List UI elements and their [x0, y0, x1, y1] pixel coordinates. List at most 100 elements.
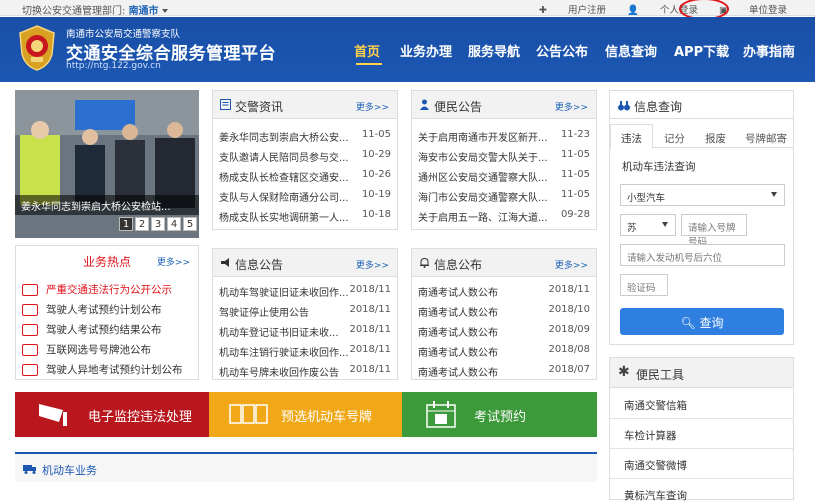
hot-item[interactable]: 驾驶人异地考试预约计划公布 — [22, 362, 183, 377]
info-publish-panel: 信息公布 更多>> 南通考试人数公布 2018/11 南通考试人数公布 2018/1… — [411, 248, 597, 380]
chevron-down-icon — [771, 192, 777, 197]
query-tabs: 违法 记分 报废 号牌邮寄 — [610, 124, 793, 149]
site-header: 南通市公安局交通警察支队 交通安全综合服务管理平台 http://ntg.122… — [0, 17, 815, 82]
divider — [610, 448, 793, 449]
list-item[interactable]: 南通考试人数公布 2018/07 — [418, 364, 590, 384]
unit-login-link[interactable]: ▣ 单位登录 — [719, 5, 787, 16]
nav-announcements[interactable]: 公告公布 — [536, 41, 588, 60]
slider-page-3[interactable]: 3 — [151, 217, 165, 231]
news-slider[interactable]: 姜永华同志到崇启大桥公安检站... 1 2 3 4 5 — [15, 90, 199, 238]
banner-label: 电子监控违法处理 — [88, 410, 193, 425]
department-switcher[interactable]: 切换公安交通管理部门: 南通市 — [22, 2, 168, 17]
list-item[interactable]: 南通考试人数公布 2018/11 — [418, 284, 590, 304]
site-subtitle: 南通市公安局交通警察支队 — [66, 29, 181, 40]
violation-handling-banner[interactable]: 电子监控违法处理 — [15, 392, 209, 437]
list-item[interactable]: 关于启用五一路、江海大道... 09-28 — [418, 209, 590, 229]
slider-page-4[interactable]: 4 — [167, 217, 181, 231]
chevron-down-icon — [662, 222, 668, 227]
more-link[interactable]: 更多>> — [356, 100, 389, 113]
panel-title: 交警资讯 — [235, 100, 284, 114]
list-item[interactable]: 海门市公安局交通警察大队... 11-05 — [418, 189, 590, 209]
tool-link[interactable]: 南通交警微博 — [624, 458, 687, 473]
list-item[interactable]: 驾驶证停止使用公告 2018/11 — [219, 304, 391, 324]
list-item[interactable]: 杨成支队长实地调研第一人... 10-18 — [219, 209, 391, 229]
city-name[interactable]: 南通市 — [129, 6, 159, 17]
list-item[interactable]: 支队与人保财险南通分公司... 10-19 — [219, 189, 391, 209]
police-emblem-icon — [19, 25, 55, 71]
plate-icon — [22, 344, 38, 356]
list-item[interactable]: 机动车注销行驶证未收回作... 2018/11 — [219, 344, 391, 364]
list-item[interactable]: 南通考试人数公布 2018/09 — [418, 324, 590, 344]
slider-caption[interactable]: 姜永华同志到崇启大桥公安检站... — [15, 195, 199, 215]
plate-number-input[interactable]: 请输入号牌号码 — [681, 214, 747, 248]
megaphone-icon — [221, 258, 229, 267]
list-item[interactable]: 机动车驾驶证旧证未收回作... 2018/11 — [219, 284, 391, 304]
tab-violation[interactable]: 违法 — [610, 124, 653, 149]
register-link[interactable]: ✚ 用户注册 — [539, 5, 606, 16]
nav-service-guide[interactable]: 服务导航 — [468, 41, 520, 60]
tool-link[interactable]: 车检计算器 — [624, 428, 677, 443]
panel-header: 信息查询 — [610, 91, 793, 119]
switch-label: 切换公安交通管理部门: — [22, 6, 126, 17]
plate-icon — [229, 404, 268, 424]
binoculars-icon — [618, 101, 630, 111]
panel-title: 信息查询 — [634, 100, 683, 114]
tab-scrap[interactable]: 报废 — [705, 131, 726, 146]
list-item[interactable]: 南通考试人数公布 2018/08 — [418, 344, 590, 364]
more-link[interactable]: 更多>> — [356, 258, 389, 271]
hot-item[interactable]: 驾驶人考试预约计划公布 — [22, 302, 162, 317]
list-item[interactable]: 通州区公安局交通警察大队... 11-05 — [418, 169, 590, 189]
bell-icon — [420, 257, 429, 268]
vehicle-type-select[interactable]: 小型汽车 — [620, 184, 785, 206]
tab-points[interactable]: 记分 — [664, 131, 685, 146]
hot-item[interactable]: 驾驶人考试预约结果公布 — [22, 322, 162, 337]
nav-business[interactable]: 业务办理 — [400, 41, 452, 60]
site-url: http://ntg.122.gov.cn — [66, 61, 161, 71]
captcha-input[interactable]: 验证码 — [620, 274, 668, 296]
slider-page-5[interactable]: 5 — [183, 217, 197, 231]
hot-item[interactable]: 严重交通违法行为公开公示 — [22, 282, 172, 297]
hot-topics-panel: 业务热点 更多>> 严重交通违法行为公开公示 驾驶人考试预约计划公布 驾驶人考试… — [15, 245, 199, 380]
more-link[interactable]: 更多>> — [157, 255, 190, 268]
panel-title: 便民公告 — [434, 100, 483, 114]
list-item[interactable]: 姜永华同志到崇启大桥公安... 11-05 — [219, 129, 391, 149]
nav-home[interactable]: 首页 — [354, 41, 380, 60]
tab-plate-mail[interactable]: 号牌邮寄 — [745, 131, 787, 146]
asterisk-icon: ✱ — [618, 364, 630, 380]
truck-icon — [23, 465, 36, 474]
list-item[interactable]: 关于启用南通市开发区新开... 11-23 — [418, 129, 590, 149]
list-item[interactable]: 海安市公安局交警大队关于... 11-05 — [418, 149, 590, 169]
panel-header: 信息公布 更多>> — [412, 249, 596, 277]
more-link[interactable]: 更多>> — [555, 100, 588, 113]
nav-info-query[interactable]: 信息查询 — [605, 41, 657, 60]
hot-item[interactable]: 互联网选号号牌池公布 — [22, 342, 151, 357]
panel-header: 信息公告 更多>> — [213, 249, 397, 277]
slider-page-1[interactable]: 1 — [119, 217, 133, 231]
more-link[interactable]: 更多>> — [555, 258, 588, 271]
list-item[interactable]: 机动车号牌未收回作废公告 2018/11 — [219, 364, 391, 384]
nav-app-download[interactable]: APP下载 — [674, 41, 729, 60]
search-icon: 🔍︎ — [680, 316, 696, 330]
vehicle-business-section[interactable]: 机动车业务 — [15, 452, 597, 482]
panel-header: 交警资讯 更多>> — [213, 91, 397, 119]
list-item[interactable]: 杨成支队长检查辖区交通安... 10-26 — [219, 169, 391, 189]
exam-booking-banner[interactable]: 考试预约 — [402, 392, 597, 437]
list-item[interactable]: 支队邀请人民陪同员参与交... 10-29 — [219, 149, 391, 169]
list-item[interactable]: 南通考试人数公布 2018/10 — [418, 304, 590, 324]
public-notice-panel: 便民公告 更多>> 关于启用南通市开发区新开... 11-23 海安市公安局交警大… — [411, 90, 597, 230]
divider — [610, 418, 793, 419]
tool-link[interactable]: 南通交警信箱 — [624, 398, 687, 413]
query-button[interactable]: 🔍︎ 查询 — [620, 308, 784, 335]
chevron-down-icon[interactable] — [161, 9, 168, 13]
tool-link[interactable]: 黄标汽车查询 — [624, 488, 687, 503]
panel-header: 便民公告 更多>> — [412, 91, 596, 119]
convenience-tools-panel: ✱ 便民工具 南通交警信箱 车检计算器 南通交警微博 黄标汽车查询 — [609, 357, 794, 503]
engine-number-input[interactable]: 请输入发动机号后六位 — [620, 244, 785, 266]
list-item[interactable]: 机动车登记证书旧证未收... 2018/11 — [219, 324, 391, 344]
panel-title: 信息公布 — [434, 258, 483, 272]
province-select[interactable]: 苏 — [620, 214, 676, 236]
plate-preselect-banner[interactable]: 预选机动车号牌 — [209, 392, 402, 437]
nav-guide[interactable]: 办事指南 — [743, 41, 795, 60]
banner-label: 预选机动车号牌 — [281, 410, 373, 425]
slider-page-2[interactable]: 2 — [135, 217, 149, 231]
